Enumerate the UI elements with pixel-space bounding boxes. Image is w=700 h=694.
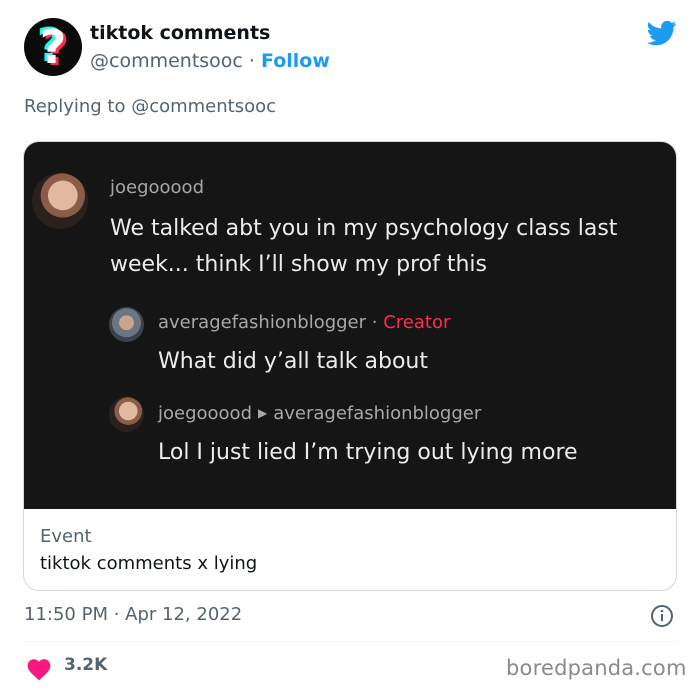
comment-3-user-line: joegooood ▶ averagefashionblogger — [158, 403, 481, 424]
joegooood-reply-avatar — [109, 397, 144, 432]
comment-1-username: joegooood — [110, 177, 204, 198]
author-handle-line: @commentsooc · Follow — [90, 50, 330, 72]
follow-button[interactable]: Follow — [261, 50, 330, 72]
author-name[interactable]: tiktok comments — [90, 22, 270, 44]
divider — [24, 641, 676, 642]
reply-arrow-icon: ▶ — [258, 406, 268, 420]
tweet-timestamp[interactable]: 11:50 PM · Apr 12, 2022 — [24, 604, 242, 625]
comment-1-text-line1: We talked abt you in my psychology class… — [110, 216, 618, 241]
tweet-date: Apr 12, 2022 — [125, 604, 243, 625]
comment-3-username: joegooood — [158, 403, 252, 424]
twitter-bird-icon[interactable] — [645, 18, 679, 48]
comment-2-username: averagefashionblogger — [158, 312, 367, 333]
comment-1-text-line2: week... think I’ll show my prof this — [110, 252, 487, 277]
author-handle[interactable]: @commentsooc — [90, 50, 243, 72]
timestamp-separator: · — [107, 604, 126, 625]
comment-2-separator: · — [366, 312, 384, 333]
averagefashionblogger-avatar — [109, 307, 144, 342]
comment-3-reply-to: averagefashionblogger — [273, 403, 482, 424]
media-card[interactable]: joegooood We talked abt you in my psycho… — [23, 141, 677, 591]
card-footer: Event tiktok comments x lying — [40, 526, 257, 574]
tiktok-question-logo: ? — [39, 20, 67, 74]
tweet-time: 11:50 PM — [24, 604, 108, 625]
replying-handle[interactable]: @commentsooc — [131, 96, 276, 117]
comment-2-user-line: averagefashionblogger · Creator — [158, 312, 450, 333]
boredpanda-watermark: boredpanda.com — [506, 656, 687, 680]
card-label: Event — [40, 526, 92, 547]
handle-separator: · — [242, 50, 261, 72]
author-avatar[interactable]: ? — [24, 18, 82, 76]
heart-icon[interactable] — [26, 657, 52, 681]
joegooood-avatar — [32, 173, 88, 229]
tiktok-comments-screenshot: joegooood We talked abt you in my psycho… — [24, 142, 676, 509]
replying-to: Replying to @commentsooc — [24, 96, 276, 117]
creator-badge: Creator — [383, 312, 451, 333]
card-title: tiktok comments x lying — [40, 553, 258, 574]
comment-3-text: Lol I just lied I’m trying out lying mor… — [158, 440, 578, 465]
info-icon[interactable] — [650, 604, 674, 628]
comment-2-text: What did y’all talk about — [158, 349, 428, 374]
replying-prefix: Replying to — [24, 96, 132, 117]
like-count[interactable]: 3.2K — [64, 655, 107, 675]
